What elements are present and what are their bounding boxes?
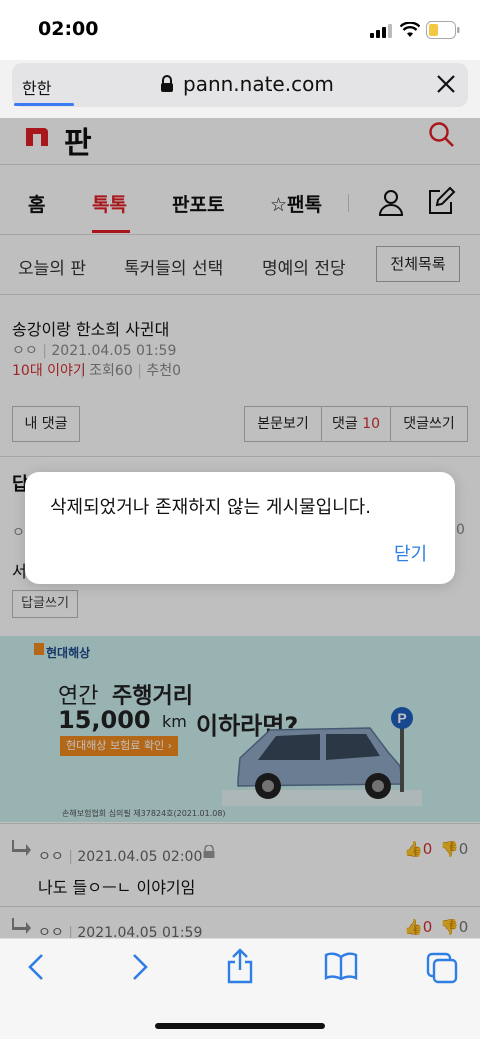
page-load-progress bbox=[14, 103, 74, 106]
home-indicator bbox=[155, 1023, 325, 1029]
bookmarks-icon[interactable] bbox=[324, 952, 358, 980]
screen: 02:00 한한 pann.nate.com 판 홈 톡톡 판포토 ☆팬톡 오늘… bbox=[0, 0, 480, 1039]
battery-icon bbox=[426, 21, 460, 39]
alert-dialog bbox=[25, 472, 455, 584]
tabs-icon[interactable] bbox=[426, 952, 458, 984]
lock-icon bbox=[161, 75, 173, 92]
status-time: 02:00 bbox=[38, 18, 99, 40]
text-size-button[interactable]: 한한 bbox=[22, 75, 51, 99]
forward-icon[interactable] bbox=[130, 952, 150, 982]
alert-close-button[interactable]: 닫기 bbox=[394, 540, 427, 566]
signal-icon bbox=[370, 24, 392, 38]
close-icon[interactable] bbox=[436, 74, 456, 94]
url-text[interactable]: pann.nate.com bbox=[183, 72, 334, 96]
share-icon[interactable] bbox=[226, 948, 254, 984]
back-icon[interactable] bbox=[26, 952, 46, 982]
wifi-icon bbox=[400, 22, 420, 37]
alert-message: 삭제되었거나 존재하지 않는 게시물입니다. bbox=[50, 497, 371, 518]
